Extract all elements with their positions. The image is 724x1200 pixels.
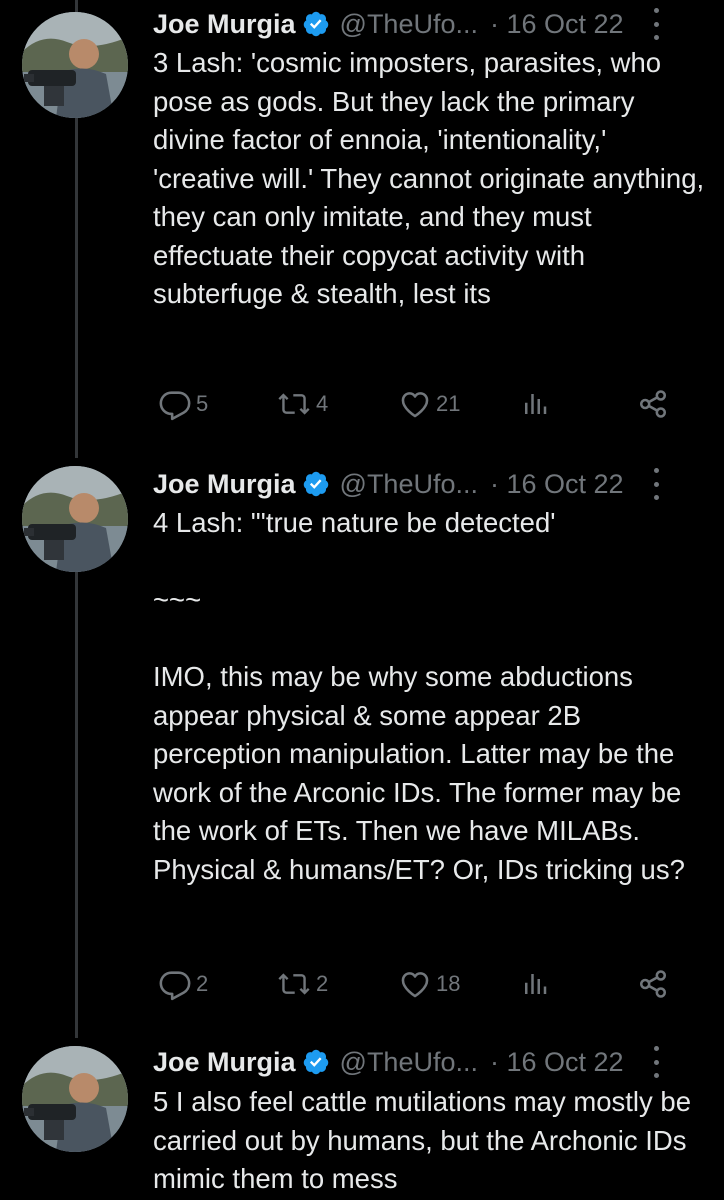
like-count: 18	[436, 971, 461, 996]
tweet-date[interactable]: · 16 Oct 22	[490, 1044, 624, 1080]
heart-icon	[401, 972, 429, 998]
reply-icon	[159, 391, 191, 421]
tweet-header: Joe Murgia @TheUfo... · 16 Oct 22	[153, 466, 694, 502]
tweet-date[interactable]: · 16 Oct 22	[490, 466, 624, 502]
retweet-button[interactable]: 2	[276, 964, 328, 1004]
tweet[interactable]: Joe Murgia @TheUfo... · 16 Oct 22 3 Lash…	[0, 0, 724, 460]
tweet-text: 3 Lash: 'cosmic imposters, parasites, wh…	[153, 47, 712, 309]
author-handle[interactable]: @TheUfo...	[340, 6, 478, 42]
analytics-button[interactable]	[520, 964, 550, 1004]
verified-badge-icon	[302, 10, 330, 38]
avatar[interactable]	[22, 12, 128, 118]
tweet[interactable]: Joe Murgia @TheUfo... · 16 Oct 22 4 Lash…	[0, 460, 724, 1040]
retweet-icon	[278, 973, 310, 995]
retweet-count: 2	[316, 971, 329, 996]
retweet-icon	[278, 393, 310, 415]
retweet-button[interactable]: 4	[276, 384, 328, 424]
more-options-icon[interactable]	[652, 1046, 660, 1078]
reply-icon	[159, 971, 191, 1001]
author-handle[interactable]: @TheUfo...	[340, 1044, 478, 1080]
author-name[interactable]: Joe Murgia	[153, 466, 296, 502]
reply-count: 2	[196, 971, 209, 996]
reply-count: 5	[196, 391, 209, 416]
analytics-button[interactable]	[520, 384, 550, 424]
analytics-icon	[525, 974, 547, 994]
like-count: 21	[436, 391, 461, 416]
tweet-text: 5 I also feel cattle mutilations may mos…	[153, 1086, 699, 1194]
tweet-header: Joe Murgia @TheUfo... · 16 Oct 22	[153, 6, 694, 42]
analytics-icon	[525, 394, 547, 414]
tweet-actions: 2 2 18	[158, 964, 698, 1004]
tweet-header: Joe Murgia @TheUfo... · 16 Oct 22	[153, 1044, 694, 1080]
verified-badge-icon	[302, 470, 330, 498]
more-options-icon[interactable]	[652, 8, 660, 40]
author-name[interactable]: Joe Murgia	[153, 1044, 296, 1080]
more-options-icon[interactable]	[652, 468, 660, 500]
heart-icon	[401, 392, 429, 418]
tweet-date[interactable]: · 16 Oct 22	[490, 6, 624, 42]
share-button[interactable]	[636, 964, 670, 1004]
reply-button[interactable]: 2	[158, 964, 208, 1004]
retweet-count: 4	[316, 391, 329, 416]
share-icon	[639, 970, 667, 998]
author-name[interactable]: Joe Murgia	[153, 6, 296, 42]
share-icon	[639, 390, 667, 418]
author-handle[interactable]: @TheUfo...	[340, 466, 478, 502]
like-button[interactable]: 18	[398, 964, 460, 1004]
share-button[interactable]	[636, 384, 670, 424]
tweet-actions: 5 4 21	[158, 384, 698, 424]
avatar[interactable]	[22, 1046, 128, 1152]
verified-badge-icon	[302, 1048, 330, 1076]
reply-button[interactable]: 5	[158, 384, 208, 424]
avatar[interactable]	[22, 466, 128, 572]
like-button[interactable]: 21	[398, 384, 460, 424]
tweet[interactable]: Joe Murgia @TheUfo... · 16 Oct 22 5 I al…	[0, 1040, 724, 1200]
tweet-text: 4 Lash: "'true nature be detected' ~~~ I…	[153, 507, 685, 885]
